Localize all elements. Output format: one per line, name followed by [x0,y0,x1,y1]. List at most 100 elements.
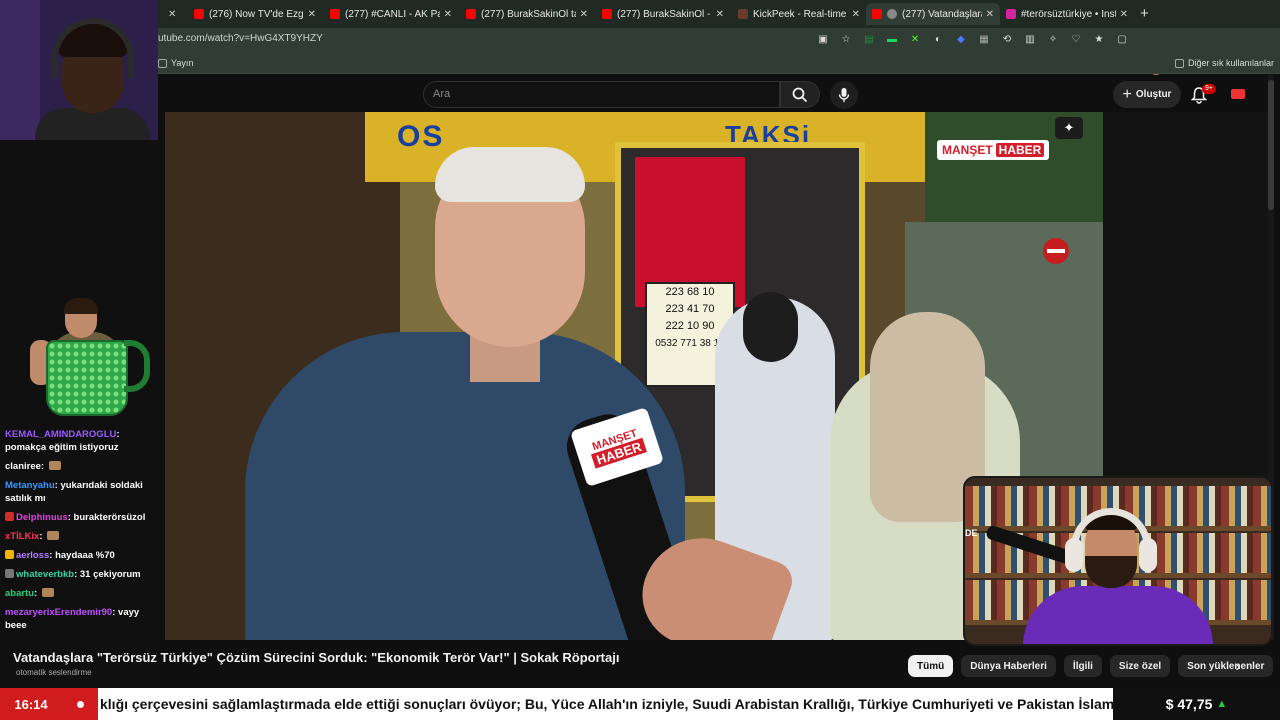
chat-text: burakterörsüzol [73,512,146,523]
filter-chip[interactable]: Tümü [908,655,954,677]
bookmark-item[interactable]: Yayın [158,58,193,68]
close-icon[interactable]: ✕ [1120,9,1128,20]
close-icon[interactable]: ✕ [716,9,724,20]
chat-username[interactable]: xTİLKix [5,531,39,542]
search-input[interactable] [423,81,780,108]
stream-chat: KEMAL_AMINDAROGLU: pomakça eğitim istiyo… [5,428,155,638]
chat-username[interactable]: Delphinuus [16,512,68,523]
chat-username[interactable]: mezaryerixErendemir90 [5,607,112,618]
chat-badge-icon [5,550,14,559]
chat-username[interactable]: claniree [5,461,41,472]
chat-emote-icon [41,588,54,597]
channel-watermark-logo: MANŞET HABER [937,140,1050,160]
browser-tab[interactable]: #terörsüztürkiye • Instagram ✕ [1000,3,1134,25]
chat-username[interactable]: Metanyahu [5,480,55,491]
browser-tab[interactable]: (277) BurakSakinOl - YouTu ✕ [596,3,730,25]
filter-chip[interactable]: Son yüklenenler [1178,655,1274,677]
mascot-mug-handle [124,340,150,392]
folder-icon [158,58,167,68]
chat-text: pomakça eğitim istiyoruz [5,442,119,453]
create-button[interactable]: + Oluştur [1113,81,1181,108]
chat-username[interactable]: KEMAL_AMINDAROGLU [5,429,116,440]
chat-message: Delphinuus: burakterörsüzol [5,511,155,524]
chat-emote-icon [48,461,61,470]
mascot-mug-icon [46,340,128,416]
cam-label-text: DE [965,528,978,538]
mascot-hair [64,298,98,314]
chat-username[interactable]: whateverbkb [16,569,74,580]
ticker-live-indicator [62,688,98,720]
extension-icon[interactable]: ✕ [908,32,922,46]
phone-number: 223 68 10 [665,286,715,298]
streamer-webcam-secondary: DE [963,476,1273,646]
account-avatar[interactable] [1228,86,1248,102]
chevron-right-icon[interactable]: › [1228,656,1248,676]
page-scrollbar-thumb[interactable] [1268,80,1274,210]
sparkle-ai-icon[interactable]: ✦ [1055,117,1083,139]
extension-icon[interactable]: ▤ [862,32,876,46]
extension-icon[interactable]: ◆ [954,32,968,46]
video-subtitle-note: otomatik seslendirme [16,668,92,677]
other-bookmarks[interactable]: Diğer sık kullanılanlar [1175,58,1274,68]
browser-tab-label: (277) BurakSakinOl - YouTu [617,8,712,20]
voice-search-button[interactable] [830,81,858,109]
search-button[interactable] [780,81,820,108]
close-icon[interactable]: ✕ [444,9,452,20]
kickpeek-favicon-icon [738,9,748,19]
browser-tab-close-partial[interactable]: ✕ [158,3,188,25]
streamer-shirt [1023,586,1213,644]
extension-icon[interactable]: ⟲ [1000,32,1014,46]
chat-message: whateverbkb: 31 çekiyorum [5,568,155,581]
url-text[interactable]: utube.com/watch?v=HwG4XT9YHZY [158,33,323,44]
taxi-sign-text: OS [397,120,445,153]
search-placeholder: Ara [433,88,451,100]
chat-badge-icon [5,512,14,521]
close-icon[interactable]: ✕ [986,9,994,20]
create-label: Oluştur [1135,89,1172,100]
chat-message: xTİLKix: [5,530,155,543]
extension-icon[interactable]: ▬ [885,32,899,46]
browser-tab-active[interactable]: (277) Vatandaşlara "Te ✕ [866,3,1000,25]
filter-chip[interactable]: Dünya Haberleri [961,655,1056,677]
close-icon[interactable]: ✕ [308,9,316,20]
browser-tab[interactable]: (277) BurakSakinOl tarafınd ✕ [460,3,594,25]
filter-chip[interactable]: Size özel [1109,655,1171,677]
chat-username[interactable]: aerloss [16,550,49,561]
filter-chip[interactable]: İlgili [1063,655,1102,677]
browser-tab[interactable]: (276) Now TV'de Ezgi Göze ✕ [188,3,322,25]
youtube-favicon-icon [872,9,882,19]
collections-icon[interactable]: ▢ [1115,32,1129,46]
extensions-puzzle-icon[interactable]: ✧ [1046,32,1060,46]
browser-tab[interactable]: (277) #CANLI - AK Parti Söz ✕ [324,3,458,25]
currency-rate-value: $ 47,75 [1165,696,1213,712]
install-app-icon[interactable]: ▣ [816,32,830,46]
phone-number: 223 41 70 [665,303,715,315]
watermark-text: MANŞET [942,143,993,157]
microphone-icon [838,88,850,102]
browser-tab[interactable]: KickPeek - Real-time URL C ✕ [732,3,866,25]
extension-icon[interactable]: ◐ [931,32,945,46]
interviewee-hair [435,147,585,202]
browser-tab-label: (277) Vatandaşlara "Te [902,8,982,20]
chat-message: KEMAL_AMINDAROGLU: pomakça eğitim istiyo… [5,428,155,454]
chat-emote-icon [47,531,60,540]
heart-icon[interactable]: ♡ [1069,32,1083,46]
favorites-icon[interactable]: ★ [1092,32,1106,46]
youtube-favicon-icon [602,9,612,19]
chat-text: haydaaa %70 [55,550,115,561]
extension-icon[interactable]: ▦ [977,32,991,46]
live-dot-icon [76,700,84,708]
close-icon[interactable]: ✕ [580,9,588,20]
close-icon[interactable]: ✕ [852,9,860,20]
bookmark-star-icon[interactable]: ☆ [839,32,853,46]
close-icon[interactable]: ✕ [168,9,176,20]
headset-earcup [1139,538,1157,572]
watermark-text: HABER [995,143,1045,157]
streamer-mascot-sticker [28,298,153,418]
new-tab-plus-icon[interactable]: + [1140,5,1149,22]
chat-separator: : [116,429,120,440]
chat-badge-icon [5,569,14,578]
sidebar-icon[interactable]: ▥ [1023,32,1037,46]
chat-username[interactable]: abartu [5,588,34,599]
screen: ✕ (276) Now TV'de Ezgi Göze ✕ (277) #CAN… [0,0,1280,720]
